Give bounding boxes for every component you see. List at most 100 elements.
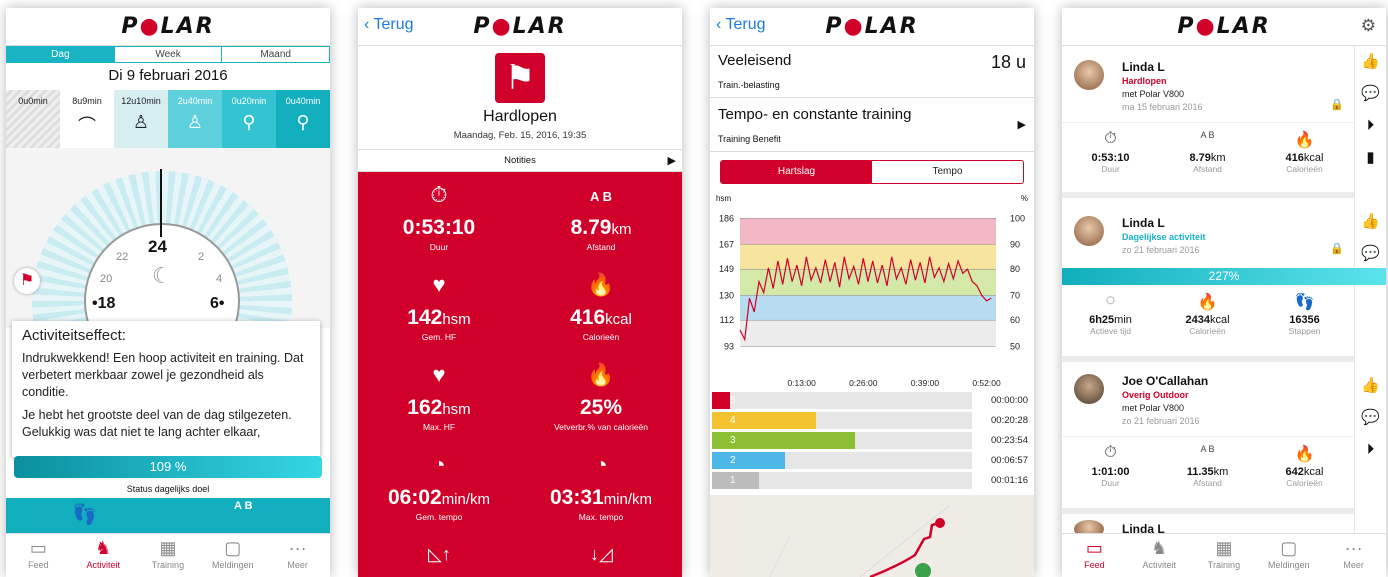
- y-right-tick: 50: [1010, 341, 1020, 351]
- tab-training[interactable]: ▦ Training: [1192, 534, 1257, 577]
- y-left-unit: hsm: [716, 194, 732, 203]
- x-tick: 0:52:00: [972, 378, 1001, 388]
- header: P●LAR: [6, 8, 330, 46]
- flame-icon: 🔥: [587, 362, 615, 387]
- stat-label: Vetverbr.% van calorieën: [553, 422, 649, 432]
- y-left-tick: 186: [719, 213, 734, 223]
- zone-band: [740, 218, 996, 245]
- comment-icon[interactable]: 💬: [1355, 402, 1386, 434]
- tab-feed[interactable]: ▭ Feed: [1062, 534, 1127, 577]
- level-cell[interactable]: 0u0min: [6, 90, 60, 148]
- level-minutes: 40: [187, 96, 198, 106]
- more-icon: ···: [288, 538, 307, 558]
- tab-heart-rate[interactable]: Hartslag: [721, 161, 872, 183]
- daily-goal-label: Status dagelijks doel: [126, 484, 210, 494]
- comment-icon[interactable]: 💬: [1355, 238, 1386, 270]
- feed-card[interactable]: Linda L Hardlopen met Polar V800 ma 15 f…: [1062, 46, 1354, 198]
- level-cell[interactable]: 0u40min ⚲: [276, 90, 330, 148]
- tab-more[interactable]: ··· Meer: [1321, 534, 1386, 577]
- running-icon: ⚲: [296, 112, 310, 132]
- chat-icon: ▢: [224, 538, 242, 558]
- training-load-hours: 18 u: [990, 52, 1026, 72]
- avatar: [1074, 216, 1104, 246]
- tab-activity[interactable]: ♞ Activiteit: [71, 534, 136, 577]
- bar-chart-icon[interactable]: ▮: [1355, 142, 1386, 174]
- level-minutes: 20: [241, 96, 252, 106]
- like-icon[interactable]: 👍: [1355, 370, 1386, 402]
- tab-feed[interactable]: ▭ Feed: [6, 534, 71, 577]
- zone-number: 4: [730, 415, 736, 426]
- comment-icon[interactable]: 💬: [1355, 78, 1386, 110]
- level-minute-unit: min: [305, 96, 321, 106]
- notes-row[interactable]: Notities ▶: [358, 149, 682, 172]
- tab-activity[interactable]: ♞ Activiteit: [1127, 534, 1192, 577]
- stat-label: Calorieën: [582, 332, 620, 342]
- lying-icon: ⌒: [78, 116, 96, 136]
- feed-card[interactable]: Linda L Dagelijkse activiteit zo 21 febr…: [1062, 204, 1386, 362]
- stat-value: 25%: [579, 396, 623, 419]
- tab-more[interactable]: ··· Meer: [265, 534, 330, 577]
- user-name: Joe O'Callahan: [1122, 374, 1209, 388]
- running-marker-icon[interactable]: ⚑: [14, 268, 40, 294]
- stats-panel: ⏱ 0:53:10 Duur A B 8.79km Afstand ♥ 142hsm Gem…: [358, 172, 682, 577]
- level-cell[interactable]: 2u40min ♙: [168, 90, 222, 148]
- card-stat: ⏱ 0:53:10 Duur: [1062, 130, 1159, 174]
- like-icon[interactable]: 👍: [1355, 46, 1386, 78]
- level-minute-unit: min: [146, 96, 161, 106]
- y-left-tick: 149: [719, 264, 734, 274]
- activity-icon: ♞: [95, 538, 112, 558]
- training-benefit-value: Tempo- en constante training: [718, 106, 912, 123]
- zone-row: 5: [712, 392, 972, 409]
- zone-number: 1: [730, 475, 736, 486]
- tab-week[interactable]: Week: [115, 47, 223, 62]
- route-map[interactable]: [710, 495, 1034, 577]
- tab-notifications[interactable]: ▢ Meldingen: [200, 534, 265, 577]
- tab-pace[interactable]: Tempo: [872, 161, 1023, 183]
- clock-hand: [160, 169, 162, 237]
- stat-label: Calorieën: [1286, 164, 1323, 174]
- zone-band: [740, 269, 996, 296]
- activity-type: Dagelijkse activiteit: [1122, 232, 1206, 242]
- card-stat: ◌ 6h25min Actieve tijd: [1062, 292, 1159, 336]
- level-cell[interactable]: 12u10min ♙: [114, 90, 168, 148]
- level-cell[interactable]: 0u20min ⚲: [222, 90, 276, 148]
- stat-label: Actieve tijd: [1089, 326, 1132, 336]
- training-load-label: Train.-belasting: [718, 80, 780, 90]
- stat-label: Gem. HF: [421, 332, 457, 342]
- tab-label: Feed: [1084, 560, 1105, 570]
- calendar-icon: ▦: [1215, 538, 1233, 558]
- card-divider: [1062, 436, 1354, 437]
- user-name: Linda L: [1122, 216, 1165, 230]
- like-icon[interactable]: 👍: [1355, 206, 1386, 238]
- y-right-tick: 60: [1010, 315, 1020, 325]
- tab-label: Feed: [28, 560, 49, 570]
- stat-value: 06:02: [387, 486, 442, 509]
- side-actions: 👍 💬 ⏵ ▮ 👍 💬 👍 💬 ⏵: [1354, 46, 1386, 536]
- stat-unit: kcal: [605, 311, 632, 328]
- zone-row: 3: [712, 432, 972, 449]
- training-benefit-row[interactable]: Tempo- en constante training Training Be…: [710, 97, 1034, 152]
- y-right-tick: 90: [1010, 239, 1020, 249]
- period-tabs: Dag Week Maand: [6, 46, 330, 63]
- tab-notifications[interactable]: ▢ Meldingen: [1256, 534, 1321, 577]
- zone-list: 5 00:00:00 4 00:20:28 3 00:23:54 2 00:06…: [710, 392, 1034, 494]
- sport-name: Hardlopen: [483, 108, 557, 125]
- stat-label: Calorieën: [1286, 478, 1323, 488]
- stat-fat-burn: 🔥 25% Vetverbr.% van calorieën: [520, 362, 682, 432]
- feed-card[interactable]: Joe O'Callahan Overig Outdoor met Polar …: [1062, 366, 1354, 514]
- play-circle-icon[interactable]: ⏵: [1355, 110, 1386, 142]
- stat-label: Duur: [1101, 164, 1120, 174]
- stat-unit: kcal: [1303, 466, 1324, 478]
- tab-training[interactable]: ▦ Training: [136, 534, 201, 577]
- distance-icon: A B: [234, 500, 253, 512]
- tab-label: Meer: [1343, 560, 1364, 570]
- tab-label: Meer: [287, 560, 308, 570]
- play-circle-icon[interactable]: ⏵: [1355, 434, 1386, 466]
- card-stat: 🔥 2434kcal Calorieën: [1159, 292, 1256, 336]
- polar-logo: P●LAR: [825, 14, 919, 39]
- gear-icon[interactable]: ⚙: [1361, 16, 1376, 36]
- tab-month[interactable]: Maand: [222, 47, 329, 62]
- tab-day[interactable]: Dag: [7, 47, 115, 62]
- level-cell[interactable]: 8u9min ⌒: [60, 90, 114, 148]
- stat-duration: ⏱ 0:53:10 Duur: [358, 182, 520, 252]
